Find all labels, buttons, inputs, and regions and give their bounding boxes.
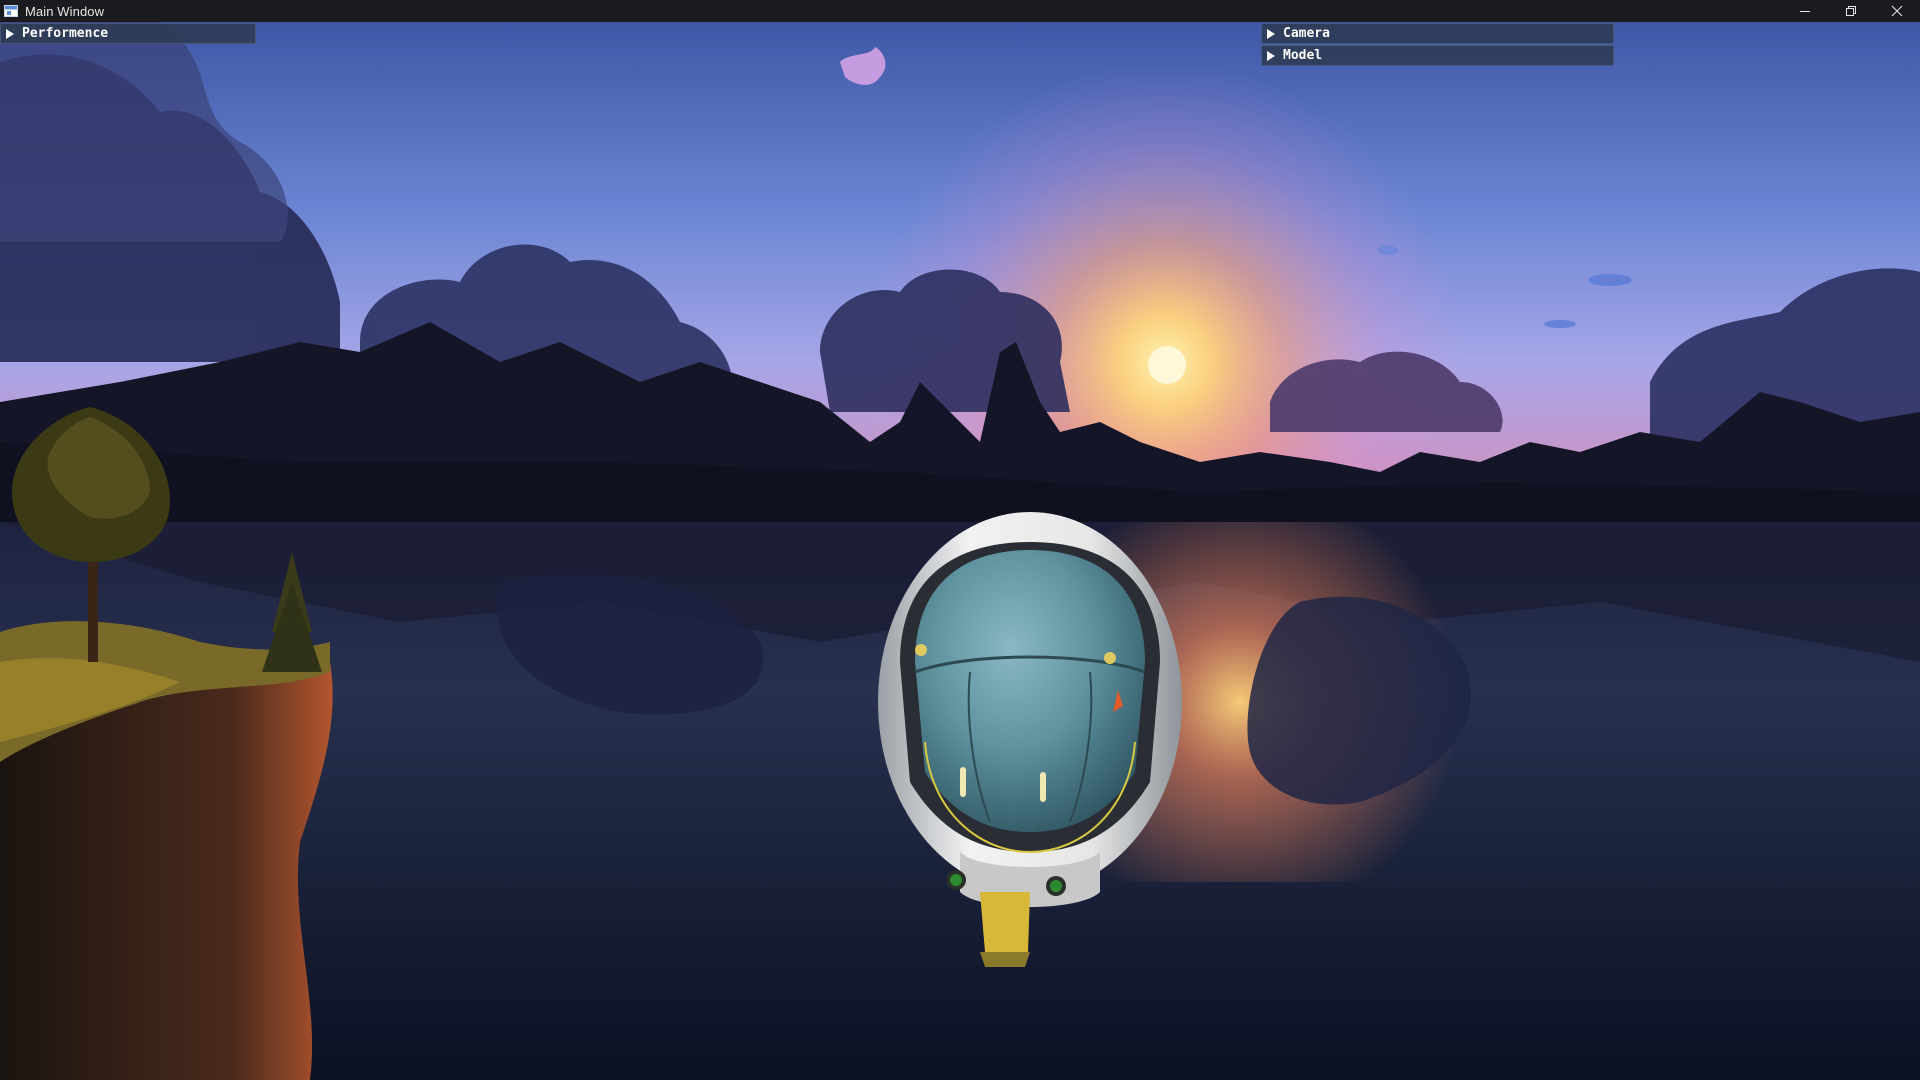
breather-light bbox=[950, 874, 962, 886]
cloud-wisp bbox=[1544, 320, 1576, 328]
helmet-bolt bbox=[915, 644, 927, 656]
helmet-light bbox=[1040, 772, 1046, 802]
breather-light bbox=[1050, 880, 1062, 892]
helmet-vent-base bbox=[980, 952, 1030, 967]
helmet-vent bbox=[980, 892, 1030, 952]
performance-header[interactable]: Performence bbox=[0, 23, 256, 44]
collapse-arrow-icon bbox=[6, 28, 14, 39]
collapse-arrow-icon bbox=[1267, 28, 1275, 39]
performance-panel: Performence bbox=[0, 23, 256, 45]
performance-label: Performence bbox=[22, 26, 109, 41]
window-title: Main Window bbox=[25, 3, 105, 19]
minimize-button[interactable] bbox=[1782, 0, 1828, 22]
cloud-wisp bbox=[1378, 245, 1398, 255]
app-window-icon bbox=[4, 5, 18, 17]
restore-button[interactable] bbox=[1828, 0, 1874, 22]
cloud-wisp bbox=[1588, 274, 1632, 286]
render-viewport[interactable] bbox=[0, 22, 1920, 1080]
sun bbox=[1148, 346, 1186, 384]
close-button[interactable] bbox=[1874, 0, 1920, 22]
helmet-light bbox=[960, 767, 966, 797]
title-bar[interactable]: Main Window bbox=[0, 0, 1920, 22]
restore-icon bbox=[1846, 6, 1856, 16]
camera-header[interactable]: Camera bbox=[1261, 23, 1614, 44]
close-icon bbox=[1891, 5, 1903, 17]
scene-settings-panel: Camera Model bbox=[1261, 23, 1614, 67]
model-label: Model bbox=[1283, 48, 1323, 63]
helmet-visor bbox=[915, 550, 1145, 832]
camera-label: Camera bbox=[1283, 26, 1330, 41]
minimize-icon bbox=[1800, 11, 1810, 12]
helmet-bolt bbox=[1104, 652, 1116, 664]
main-window: Main Window Performence Camera Model bbox=[0, 0, 1920, 1080]
collapse-arrow-icon bbox=[1267, 50, 1275, 61]
window-controls bbox=[1782, 0, 1920, 22]
model-header[interactable]: Model bbox=[1261, 45, 1614, 66]
